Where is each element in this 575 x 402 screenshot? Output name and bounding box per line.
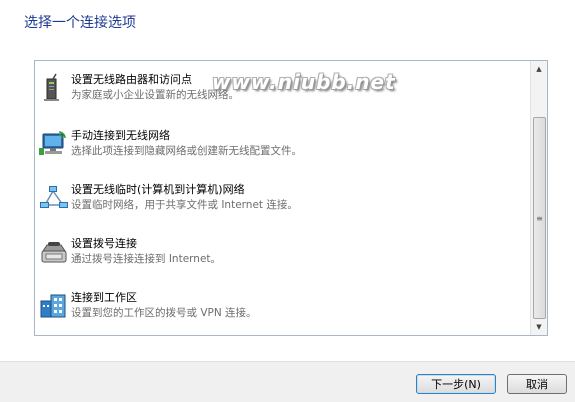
- option-title: 设置无线路由器和访问点: [71, 73, 192, 86]
- workplace-vpn-icon: [40, 294, 66, 318]
- option-description: 选择此项连接到隐藏网络或创建新无线配置文件。: [71, 145, 302, 157]
- dialog-footer: 下一步(N) 取消: [0, 361, 575, 402]
- dialup-phone-icon: [41, 242, 67, 263]
- cancel-button[interactable]: 取消: [507, 374, 567, 394]
- option-title: 设置无线临时(计算机到计算机)网络: [71, 183, 245, 196]
- option-adhoc-network[interactable]: 设置无线临时(计算机到计算机)网络 设置临时网络，用于共享文件或 Interne…: [35, 175, 531, 221]
- option-setup-wireless-router[interactable]: 设置无线路由器和访问点 为家庭或小企业设置新的无线网络。: [35, 65, 531, 111]
- adhoc-network-icon: [40, 186, 68, 208]
- option-dialup[interactable]: 设置拨号连接 通过拨号连接连接到 Internet。: [35, 229, 531, 275]
- connection-options-list: 设置无线路由器和访问点 为家庭或小企业设置新的无线网络。 手动连接到无线网络 选…: [34, 60, 548, 336]
- scrollbar-thumb[interactable]: ≡: [533, 117, 546, 319]
- option-description: 通过拨号连接连接到 Internet。: [71, 253, 222, 265]
- scroll-up-arrow-icon[interactable]: ▲: [531, 61, 547, 77]
- wireless-router-icon: [44, 73, 59, 101]
- option-title: 连接到工作区: [71, 291, 137, 304]
- option-description: 设置到您的工作区的拨号或 VPN 连接。: [71, 307, 257, 319]
- vertical-scrollbar[interactable]: ▲ ≡ ▼: [530, 61, 547, 335]
- dialog-heading: 选择一个连接选项: [24, 15, 136, 31]
- scroll-down-arrow-icon[interactable]: ▼: [531, 319, 547, 335]
- wireless-network-computer-icon: [39, 131, 66, 155]
- option-title: 手动连接到无线网络: [71, 129, 170, 142]
- next-button[interactable]: 下一步(N): [416, 374, 496, 394]
- option-manual-wireless[interactable]: 手动连接到无线网络 选择此项连接到隐藏网络或创建新无线配置文件。: [35, 121, 531, 167]
- option-description: 为家庭或小企业设置新的无线网络。: [71, 89, 239, 101]
- option-connect-workplace[interactable]: 连接到工作区 设置到您的工作区的拨号或 VPN 连接。: [35, 283, 531, 329]
- option-title: 设置拨号连接: [71, 237, 137, 250]
- option-description: 设置临时网络，用于共享文件或 Internet 连接。: [71, 199, 298, 211]
- scrollbar-grip-icon: ≡: [536, 213, 543, 223]
